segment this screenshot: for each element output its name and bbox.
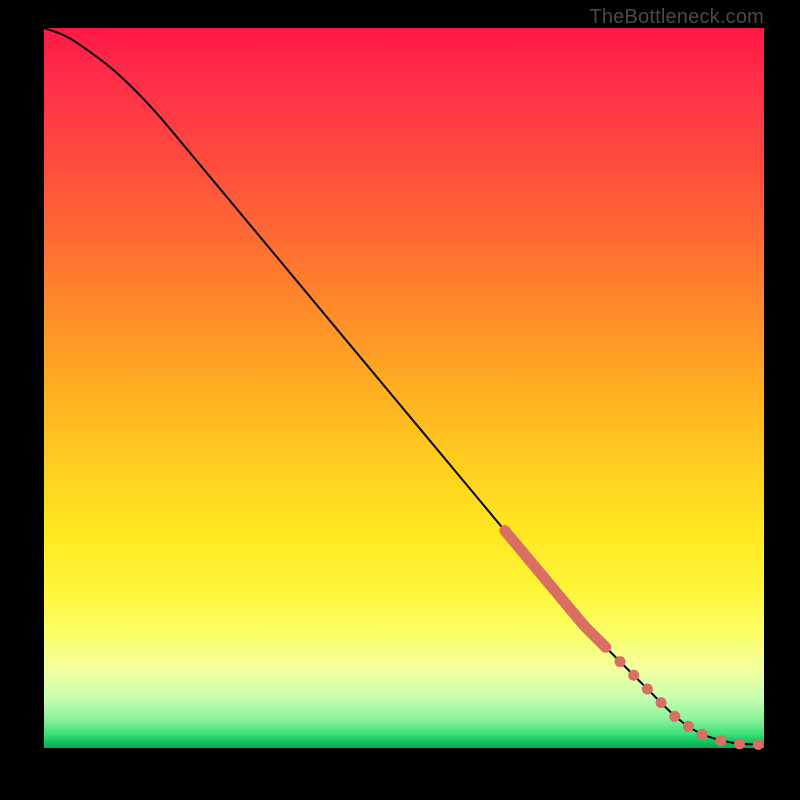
curve-svg: [44, 28, 764, 748]
chart-frame: TheBottleneck.com: [0, 0, 800, 800]
plot-area: [44, 28, 764, 748]
marker-dot: [669, 711, 680, 722]
marker-dot: [753, 739, 764, 750]
marker-dot: [656, 697, 667, 708]
marker-dot: [628, 670, 639, 681]
marker-dot: [642, 683, 653, 694]
bottleneck-curve: [44, 28, 764, 744]
marker-thick-segment: [505, 531, 606, 648]
marker-layer: [505, 531, 764, 750]
watermark-text: TheBottleneck.com: [589, 6, 764, 29]
marker-dot: [615, 656, 626, 667]
marker-dot: [715, 735, 726, 746]
curve-layer: [44, 28, 764, 744]
marker-dot: [683, 721, 694, 732]
marker-dot: [697, 729, 708, 740]
marker-dot: [734, 738, 745, 749]
